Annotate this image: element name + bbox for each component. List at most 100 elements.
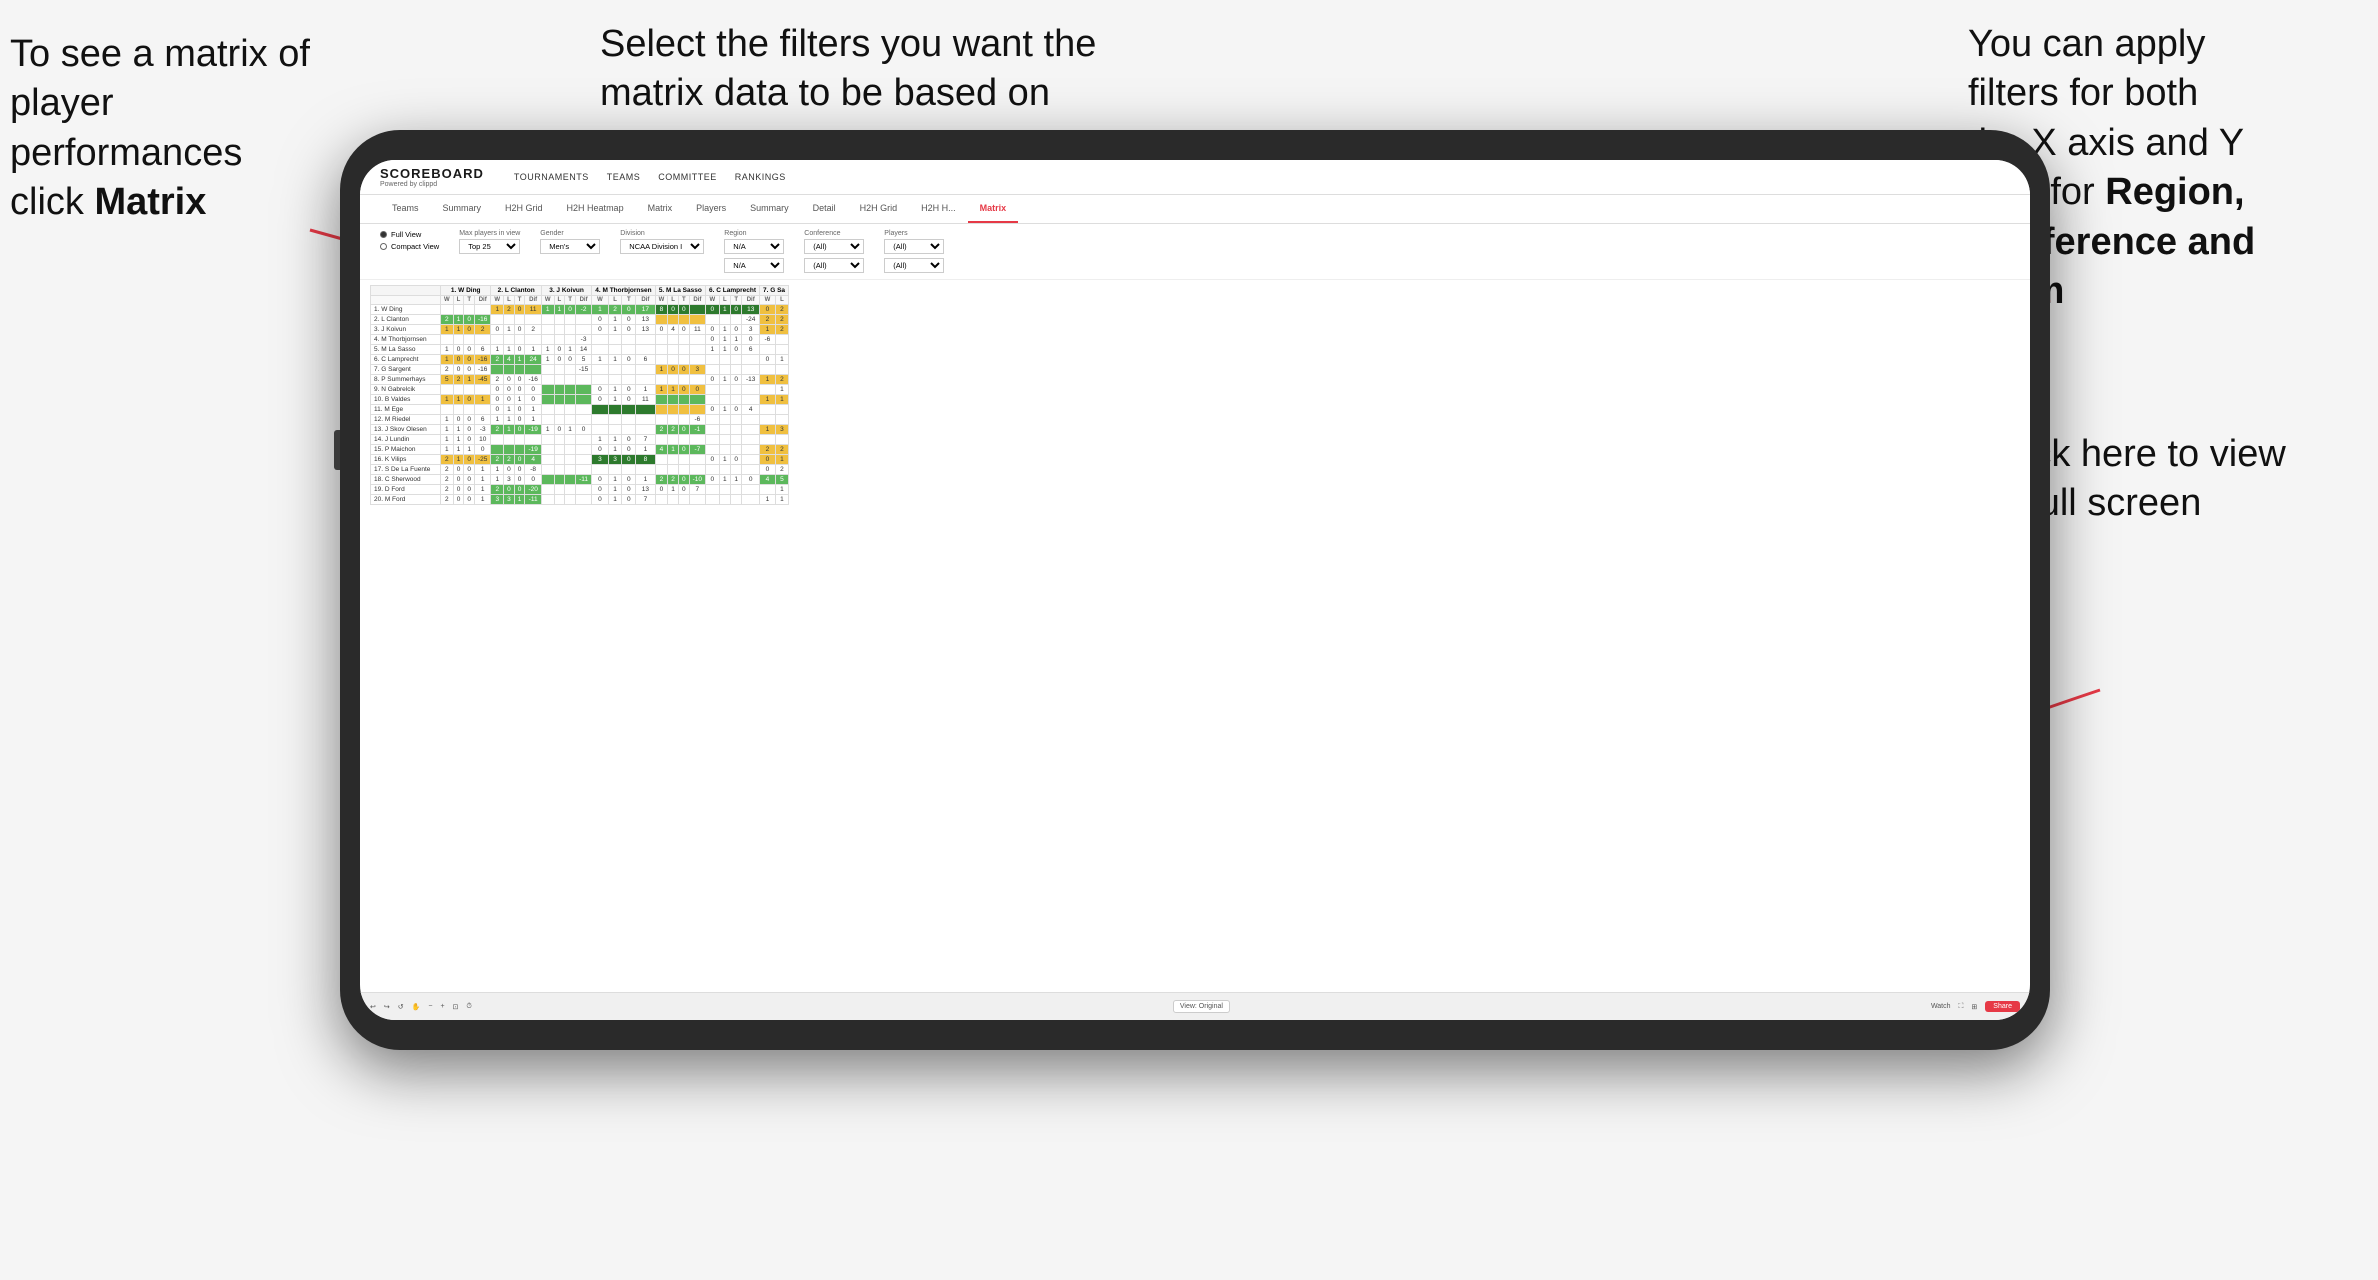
cell: 1: [491, 465, 504, 475]
cell: 1: [608, 435, 622, 445]
fit-button[interactable]: ⊡: [453, 1003, 459, 1011]
player-label: 6. C Lamprecht: [371, 355, 441, 365]
cell: 1: [525, 415, 541, 425]
watch-button[interactable]: Watch: [1931, 1003, 1951, 1010]
ann-left-line2: player performances: [10, 82, 242, 173]
cell: [760, 385, 776, 395]
cell: -11: [525, 495, 541, 505]
undo-button[interactable]: ↩: [370, 1003, 376, 1011]
cell: -16: [475, 355, 491, 365]
cell: [719, 445, 730, 455]
sh-d6: Dif: [742, 296, 760, 305]
cell: 13: [742, 305, 760, 315]
players-select-2[interactable]: (All): [884, 258, 944, 273]
cell: 1: [441, 355, 454, 365]
cell: 1: [504, 345, 515, 355]
cell: [636, 405, 655, 415]
cell: 13: [636, 485, 655, 495]
tab-h2h-grid[interactable]: H2H Grid: [493, 195, 555, 223]
cell: 0: [706, 475, 720, 485]
tab-h2h-heatmap[interactable]: H2H Heatmap: [555, 195, 636, 223]
clock-button[interactable]: ⏱: [466, 1003, 471, 1011]
max-players-select[interactable]: Top 25: [459, 239, 520, 254]
zoom-in-button[interactable]: +: [440, 1003, 444, 1010]
cell: 3: [504, 495, 515, 505]
cell: 1: [453, 435, 464, 445]
ann-rt-l2: filters for both: [1968, 72, 2198, 114]
table-row: 7. G Sargent 2 0 0 -16 -15: [371, 365, 789, 375]
tab-players-summary[interactable]: Summary: [738, 195, 801, 223]
cell: 0: [622, 385, 636, 395]
cell: [541, 385, 554, 395]
share-button[interactable]: Share: [1985, 1001, 2020, 1012]
cell: 1: [608, 325, 622, 335]
cell: 0: [668, 365, 679, 375]
cell: [475, 405, 491, 415]
cell: [541, 365, 554, 375]
cell: 0: [453, 495, 464, 505]
cell: [554, 315, 565, 325]
cell: 2: [441, 315, 454, 325]
cell: [742, 435, 760, 445]
region-select-2[interactable]: N/A: [724, 258, 784, 273]
cell: 1: [441, 395, 454, 405]
compact-view-radio[interactable]: [380, 243, 387, 250]
cell: [636, 425, 655, 435]
redo-button[interactable]: ↪: [384, 1003, 390, 1011]
sh-t6: T: [731, 296, 742, 305]
player-label: 15. P Maichon: [371, 445, 441, 455]
cell: [608, 365, 622, 375]
tab-summary[interactable]: Summary: [431, 195, 494, 223]
tab-h2h-grid-2[interactable]: H2H Grid: [848, 195, 910, 223]
cell: [608, 415, 622, 425]
cell: 13: [636, 325, 655, 335]
nav-teams[interactable]: TEAMS: [607, 172, 641, 182]
players-select-1[interactable]: (All): [884, 239, 944, 254]
conference-select-2[interactable]: (All): [804, 258, 864, 273]
gender-select[interactable]: Men's: [540, 239, 600, 254]
conference-select-1[interactable]: (All): [804, 239, 864, 254]
view-original-button[interactable]: View: Original: [1173, 1000, 1230, 1013]
region-select-1[interactable]: N/A: [724, 239, 784, 254]
matrix-table: 1. W Ding 2. L Clanton 3. J Koivun 4. M …: [370, 285, 789, 505]
cell: 2: [491, 375, 504, 385]
full-view-radio[interactable]: [380, 231, 387, 238]
cell: 3: [491, 495, 504, 505]
tab-detail[interactable]: Detail: [801, 195, 848, 223]
refresh-button[interactable]: ↺: [398, 1003, 404, 1011]
hand-button[interactable]: ✋: [412, 1003, 421, 1011]
gender-label: Gender: [540, 230, 600, 237]
cell: [453, 305, 464, 315]
cell: [655, 495, 668, 505]
tab-matrix[interactable]: Matrix: [636, 195, 685, 223]
tab-players[interactable]: Players: [684, 195, 738, 223]
cell: -19: [525, 425, 541, 435]
nav-rankings[interactable]: RANKINGS: [735, 172, 786, 182]
cell: 0: [475, 445, 491, 455]
cell: [719, 385, 730, 395]
grid-button[interactable]: ⊞: [1971, 1003, 1977, 1011]
fullscreen-button[interactable]: ⛶: [1959, 1003, 1964, 1011]
cell: [742, 355, 760, 365]
tab-matrix-active[interactable]: Matrix: [968, 195, 1019, 223]
cell: 2: [775, 375, 788, 385]
cell: [541, 495, 554, 505]
sub-navigation: Teams Summary H2H Grid H2H Heatmap Matri…: [360, 195, 2030, 224]
cell: 0: [706, 405, 720, 415]
division-select[interactable]: NCAA Division I: [620, 239, 704, 254]
filters-row: Full View Compact View Max players in vi…: [360, 224, 2030, 280]
nav-tournaments[interactable]: TOURNAMENTS: [514, 172, 589, 182]
col-3-koivun: 3. J Koivun: [541, 286, 591, 296]
cell: 3: [592, 455, 608, 465]
compact-view-option[interactable]: Compact View: [380, 242, 439, 251]
tab-teams[interactable]: Teams: [380, 195, 431, 223]
matrix-container[interactable]: 1. W Ding 2. L Clanton 3. J Koivun 4. M …: [360, 280, 2030, 1020]
cell: 0: [622, 305, 636, 315]
cell: -24: [742, 315, 760, 325]
nav-committee[interactable]: COMMITTEE: [658, 172, 717, 182]
cell: 1: [541, 355, 554, 365]
zoom-out-button[interactable]: −: [428, 1003, 432, 1010]
table-row: 1. W Ding 1 2 0 11 1 1 0 -2 1: [371, 305, 789, 315]
tab-h2h-h[interactable]: H2H H...: [909, 195, 968, 223]
full-view-option[interactable]: Full View: [380, 230, 439, 239]
